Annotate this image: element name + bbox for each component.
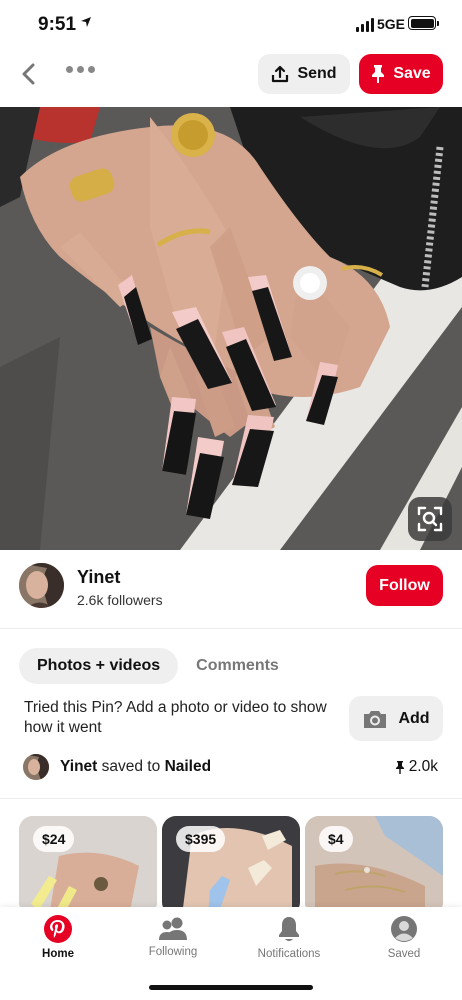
battery-icon xyxy=(408,16,439,30)
saved-to-row: Yinet saved to Nailed 2.0k xyxy=(0,753,462,781)
nav-label: Home xyxy=(42,948,74,960)
ellipsis-icon xyxy=(66,66,73,73)
board-name[interactable]: Nailed xyxy=(165,758,212,775)
creator-name[interactable]: Yinet xyxy=(77,567,120,588)
location-arrow-icon xyxy=(80,16,92,31)
avatar[interactable] xyxy=(19,563,64,608)
related-pin-card[interactable]: $395 xyxy=(162,816,300,916)
tab-comments[interactable]: Comments xyxy=(196,657,279,675)
add-label: Add xyxy=(398,709,430,727)
pin-image[interactable] xyxy=(0,107,462,550)
avatar-photo xyxy=(23,754,49,780)
nav-following[interactable]: Following xyxy=(127,915,219,958)
related-pins-grid: $24 $395 $4 xyxy=(19,816,443,916)
nav-saved[interactable]: Saved xyxy=(358,915,450,960)
network-type: 5GE xyxy=(377,16,406,32)
nav-label: Saved xyxy=(387,948,421,960)
price-badge: $4 xyxy=(319,826,353,852)
send-button[interactable]: Send xyxy=(258,54,350,94)
nav-label: Notifications xyxy=(257,948,321,960)
tried-pin-prompt: Tried this Pin? Add a photo or video to … xyxy=(24,699,327,736)
nav-notifications[interactable]: Notifications xyxy=(243,915,335,960)
tab-photos-videos[interactable]: Photos + videos xyxy=(19,648,179,684)
people-icon xyxy=(159,917,187,940)
avatar-photo xyxy=(19,563,64,608)
related-pin-card[interactable]: $4 xyxy=(305,816,443,916)
status-bar: 9:51 5GE xyxy=(0,0,462,48)
price-badge: $395 xyxy=(176,826,226,852)
save-count: 2.0k xyxy=(395,758,438,776)
pin-icon xyxy=(395,760,404,774)
send-label: Send xyxy=(297,65,337,82)
camera-icon xyxy=(364,710,387,728)
back-button[interactable] xyxy=(14,60,42,88)
save-label: Save xyxy=(393,65,431,82)
pin-top-bar: Send Save xyxy=(0,52,462,96)
follow-button[interactable]: Follow xyxy=(366,565,443,606)
add-photo-button[interactable]: Add xyxy=(349,696,443,741)
saved-verb: saved to xyxy=(101,758,161,775)
visual-search-button[interactable] xyxy=(408,497,452,541)
profile-icon xyxy=(391,916,417,942)
nav-label: Following xyxy=(148,946,198,958)
divider xyxy=(0,628,462,629)
divider xyxy=(0,798,462,799)
pinterest-logo-icon xyxy=(44,915,72,943)
pin-icon xyxy=(372,65,385,83)
bell-icon xyxy=(279,917,299,941)
nails-photo xyxy=(0,107,462,550)
related-pin-card[interactable]: $24 xyxy=(19,816,157,916)
creator-row: Yinet 2.6k followers Follow xyxy=(0,560,462,620)
saved-to-text: Yinet saved to Nailed xyxy=(60,758,211,776)
follower-count: 2.6k followers xyxy=(77,592,163,608)
price-badge: $24 xyxy=(33,826,75,852)
chevron-left-icon xyxy=(22,63,35,85)
cellular-signal-icon xyxy=(356,18,374,32)
home-indicator xyxy=(149,985,313,990)
lens-search-icon xyxy=(417,506,443,532)
more-options-button[interactable] xyxy=(66,66,95,73)
save-button[interactable]: Save xyxy=(359,54,443,94)
share-icon xyxy=(272,65,289,83)
saved-user[interactable]: Yinet xyxy=(60,758,97,775)
nav-home[interactable]: Home xyxy=(12,915,104,960)
activity-tabs: Photos + videos Comments xyxy=(19,648,279,684)
status-time: 9:51 xyxy=(38,14,77,35)
avatar[interactable] xyxy=(23,754,49,780)
save-count-value: 2.0k xyxy=(408,758,438,775)
